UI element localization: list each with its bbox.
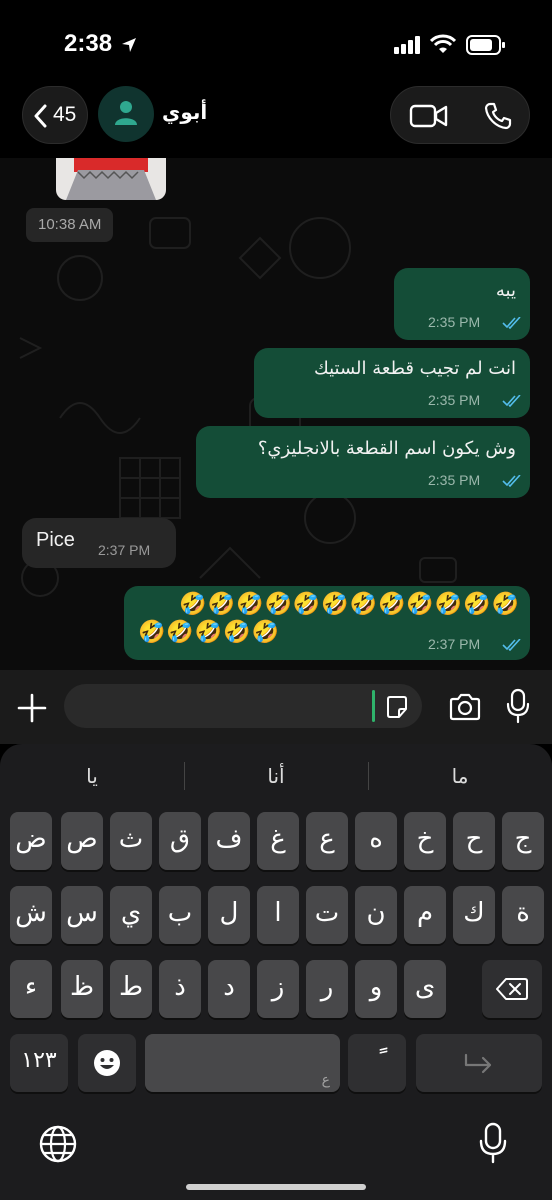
key[interactable]: ك bbox=[453, 886, 495, 944]
suggestion-item[interactable]: أنا bbox=[206, 756, 346, 796]
key[interactable]: م bbox=[404, 886, 446, 944]
status-bar: 2:38 bbox=[0, 0, 552, 88]
chat-thread[interactable]: 10:38 AM يبه 2:35 PM انت لم تجيب قطعة ال… bbox=[0, 158, 552, 670]
status-time: 2:38 bbox=[64, 30, 113, 57]
message-time: 2:35 PM bbox=[428, 472, 481, 488]
key[interactable]: د bbox=[208, 960, 250, 1018]
key[interactable]: ا bbox=[257, 886, 299, 944]
key[interactable]: ص bbox=[61, 812, 103, 870]
unread-count: 45 bbox=[53, 103, 77, 126]
message-bubble-outgoing[interactable]: 🤣🤣🤣🤣🤣🤣🤣🤣🤣🤣🤣🤣 🤣🤣🤣🤣🤣 2:37 PM bbox=[124, 586, 530, 660]
key[interactable]: ع bbox=[306, 812, 348, 870]
chat-header: 45 أبوي bbox=[0, 84, 552, 158]
cellular-signal-icon bbox=[394, 36, 420, 54]
return-key[interactable] bbox=[416, 1034, 542, 1092]
location-arrow-icon bbox=[122, 38, 136, 52]
camera-icon[interactable] bbox=[448, 692, 482, 722]
message-input[interactable] bbox=[64, 684, 422, 728]
message-text: يبه bbox=[495, 280, 516, 301]
battery-icon bbox=[466, 35, 505, 55]
message-time: 2:37 PM bbox=[428, 636, 481, 652]
wifi-icon bbox=[430, 34, 456, 53]
suggestion-item[interactable]: يا bbox=[22, 756, 162, 796]
image-message-thumbnail[interactable] bbox=[56, 158, 166, 200]
key[interactable]: و bbox=[355, 960, 397, 1018]
read-ticks-icon bbox=[502, 317, 521, 329]
numbers-key[interactable]: ١٢٣ bbox=[10, 1034, 68, 1092]
message-time: 2:37 PM bbox=[98, 542, 151, 558]
key[interactable]: ق bbox=[159, 812, 201, 870]
suggestion-bar: ما أنا يا bbox=[0, 756, 552, 796]
contact-avatar[interactable] bbox=[98, 86, 154, 142]
key[interactable]: ح bbox=[453, 812, 495, 870]
dictation-mic-icon[interactable] bbox=[478, 1122, 508, 1164]
key[interactable]: ش bbox=[10, 886, 52, 944]
message-bubble-outgoing[interactable]: وش يكون اسم القطعة بالانجليزي؟ 2:35 PM bbox=[196, 426, 530, 498]
microphone-icon[interactable] bbox=[506, 688, 530, 724]
read-ticks-icon bbox=[502, 395, 521, 407]
person-icon bbox=[115, 101, 137, 125]
message-bubble-outgoing[interactable]: يبه 2:35 PM bbox=[394, 268, 530, 340]
key[interactable]: ط bbox=[110, 960, 152, 1018]
space-key-hint: ع bbox=[321, 1072, 330, 1088]
key[interactable]: ت bbox=[306, 886, 348, 944]
key[interactable]: س bbox=[61, 886, 103, 944]
emoji-icon bbox=[94, 1050, 120, 1076]
home-indicator bbox=[186, 1184, 366, 1190]
emoji-line: 🤣🤣🤣🤣🤣🤣🤣🤣🤣🤣🤣🤣 bbox=[179, 592, 520, 617]
key[interactable]: ذ bbox=[159, 960, 201, 1018]
suggestion-divider bbox=[184, 762, 185, 790]
message-timestamp-chip: 10:38 AM bbox=[26, 208, 114, 242]
message-text: Pice bbox=[36, 529, 75, 551]
call-actions bbox=[390, 86, 530, 144]
key[interactable]: ء bbox=[10, 960, 52, 1018]
message-text: انت لم تجيب قطعة الستيك bbox=[313, 358, 516, 379]
space-key[interactable]: ع bbox=[145, 1034, 340, 1092]
key[interactable]: ض bbox=[10, 812, 52, 870]
keyboard: ما أنا يا ج ح خ ه ع غ ف ق ث ص ض ة ك م ن … bbox=[0, 744, 552, 1200]
key[interactable]: غ bbox=[257, 812, 299, 870]
backspace-key[interactable] bbox=[482, 960, 542, 1018]
suggestion-item[interactable]: ما bbox=[390, 756, 530, 796]
read-ticks-icon bbox=[502, 475, 521, 487]
suggestion-divider bbox=[368, 762, 369, 790]
message-text: وش يكون اسم القطعة بالانجليزي؟ bbox=[257, 438, 516, 459]
key[interactable]: ج bbox=[502, 812, 544, 870]
contact-name[interactable]: أبوي bbox=[162, 100, 207, 124]
chevron-left-icon bbox=[34, 104, 47, 128]
video-call-icon[interactable] bbox=[409, 102, 449, 130]
diacritics-key[interactable]: ًً bbox=[348, 1034, 406, 1092]
key[interactable]: ز bbox=[257, 960, 299, 1018]
emoji-key[interactable] bbox=[78, 1034, 136, 1092]
message-bubble-incoming[interactable]: Pice 2:37 PM bbox=[22, 518, 176, 568]
message-composer bbox=[0, 670, 552, 744]
text-caret bbox=[372, 690, 375, 722]
plus-icon[interactable] bbox=[16, 692, 48, 724]
key[interactable]: ر bbox=[306, 960, 348, 1018]
key[interactable]: ث bbox=[110, 812, 152, 870]
emoji-line: 🤣🤣🤣🤣🤣 bbox=[138, 620, 280, 645]
read-ticks-icon bbox=[502, 639, 521, 651]
return-arrow-icon bbox=[464, 1053, 492, 1074]
key[interactable]: ي bbox=[110, 886, 152, 944]
message-bubble-outgoing[interactable]: انت لم تجيب قطعة الستيك 2:35 PM bbox=[254, 348, 530, 418]
key[interactable]: ل bbox=[208, 886, 250, 944]
back-button[interactable]: 45 bbox=[22, 86, 88, 144]
globe-icon[interactable] bbox=[38, 1124, 78, 1164]
sticker-icon[interactable] bbox=[384, 694, 410, 720]
key[interactable]: ظ bbox=[61, 960, 103, 1018]
key[interactable]: ة bbox=[502, 886, 544, 944]
key[interactable]: ه bbox=[355, 812, 397, 870]
message-time: 2:35 PM bbox=[428, 314, 481, 330]
key[interactable]: ب bbox=[159, 886, 201, 944]
message-time: 2:35 PM bbox=[428, 392, 481, 408]
key[interactable]: ف bbox=[208, 812, 250, 870]
key[interactable]: ن bbox=[355, 886, 397, 944]
backspace-icon bbox=[496, 978, 528, 1000]
key[interactable]: ى bbox=[404, 960, 446, 1018]
key[interactable]: خ bbox=[404, 812, 446, 870]
phone-call-icon[interactable] bbox=[483, 101, 513, 131]
